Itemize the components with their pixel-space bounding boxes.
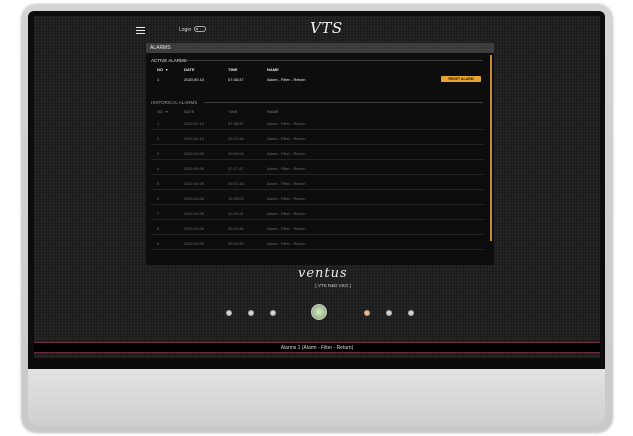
brand-logo: ventus xyxy=(298,266,348,281)
column-header-time[interactable]: TIME xyxy=(228,67,238,72)
alarm-time: 07:38:37 xyxy=(228,121,244,126)
alarm-name: Alarm - Filter - Return xyxy=(267,77,306,82)
alarm-time: 05:43:38 xyxy=(228,226,244,231)
alarm-date: 2020.00.10 xyxy=(184,136,205,141)
alarm-no: 7 xyxy=(157,211,160,216)
control-knob[interactable] xyxy=(386,310,392,316)
alarm-no: 4 xyxy=(157,166,160,171)
active-alarms-title: ACTIVE ALARMS xyxy=(151,58,187,63)
control-knob[interactable] xyxy=(270,310,276,316)
alarm-time: 10:05:04 xyxy=(228,151,244,156)
alarm-name: Alarm - Filter - Return xyxy=(267,121,306,126)
historical-alarm-row[interactable]: 5 2020.00.09 05:01:38 Alarm - Filter - R… xyxy=(151,178,484,190)
control-knob[interactable] xyxy=(408,310,414,316)
hamburger-menu-icon[interactable] xyxy=(136,27,145,34)
model-label: [ VTS R&D VKO ] xyxy=(315,283,351,288)
device-base xyxy=(28,369,605,425)
dial-label-mark: · xyxy=(308,299,309,302)
alarm-name: Alarm - Filter - Return xyxy=(267,181,306,186)
alarm-date: 2020.00.09 xyxy=(184,166,205,171)
alarm-date: 2020.00.09 xyxy=(184,181,205,186)
sort-down-icon: ▼ xyxy=(165,110,169,114)
historical-alarm-row[interactable]: 6 2020.00.06 15:35:05 Alarm - Filter - R… xyxy=(151,193,484,205)
login-toggle[interactable] xyxy=(194,26,206,32)
status-bar: Alarms 1 (Alarm - Filter - Return) xyxy=(34,342,600,353)
alarm-name: Alarm - Filter - Return xyxy=(267,211,306,216)
control-knob[interactable] xyxy=(364,310,370,316)
alarm-name: Alarm - Filter - Return xyxy=(267,241,306,246)
historical-alarms-title: HISTORICAL ALARMS xyxy=(151,100,198,105)
alarm-name: Alarm - Filter - Return xyxy=(267,166,306,171)
alarm-time: 07:17:47 xyxy=(228,166,244,171)
alarms-panel: ALARMS ACTIVE ALARMS NO ▼ DATE TIME NAME … xyxy=(146,43,494,265)
historical-table-header: NO ▼ DATE TIME NAME xyxy=(151,106,484,118)
screen: Login VTS ALARMS ACTIVE ALARMS NO ▼ DATE … xyxy=(34,16,600,358)
alarm-date: 2020.00.03 xyxy=(184,241,205,246)
alarm-name: Alarm - Filter - Return xyxy=(267,136,306,141)
historical-alarm-row[interactable]: 8 2020.00.06 05:43:38 Alarm - Filter - R… xyxy=(151,223,484,235)
alarm-date: 2020.00.10 xyxy=(184,121,205,126)
historical-alarm-row[interactable]: 1 2020.00.10 07:38:37 Alarm - Filter - R… xyxy=(151,118,484,130)
historical-alarm-row[interactable]: 9 2020.00.03 05:54:33 Alarm - Filter - R… xyxy=(151,238,484,250)
historical-alarm-row[interactable]: 4 2020.00.09 07:17:47 Alarm - Filter - R… xyxy=(151,163,484,175)
alarm-no: 2 xyxy=(157,136,160,141)
alarm-time: 05:54:33 xyxy=(228,241,244,246)
column-header-date[interactable]: DATE xyxy=(184,67,195,72)
column-header-no[interactable]: NO ▼ xyxy=(157,109,168,114)
alarm-date: 2020.00.06 xyxy=(184,211,205,216)
alarm-time: 05:01:38 xyxy=(228,181,244,186)
active-alarm-row[interactable]: 1 2020.00.10 07:38:37 Alarm - Filter - R… xyxy=(151,74,484,86)
alarm-no: 9 xyxy=(157,241,160,246)
historical-alarm-row[interactable]: 7 2020.00.06 11:25:10 Alarm - Filter - R… xyxy=(151,208,484,220)
panel-scrollbar[interactable] xyxy=(490,55,492,241)
column-header-name[interactable]: NAME xyxy=(267,109,279,114)
alarm-name: Alarm - Filter - Return xyxy=(267,196,306,201)
sort-down-icon: ▼ xyxy=(165,68,169,72)
alarm-no: 8 xyxy=(157,226,160,231)
alarm-date: 2020.00.06 xyxy=(184,196,205,201)
historical-alarm-row[interactable]: 2 2020.00.10 05:01:38 Alarm - Filter - R… xyxy=(151,133,484,145)
login-label: Login xyxy=(179,27,192,33)
status-text: Alarms 1 (Alarm - Filter - Return) xyxy=(280,345,354,351)
alarm-time: 07:38:37 xyxy=(228,77,244,82)
alarm-no: 6 xyxy=(157,196,160,201)
dial-label-mark: · xyxy=(328,299,329,302)
alarm-name: Alarm - Filter - Return xyxy=(267,151,306,156)
alarm-date: 2020.00.10 xyxy=(184,77,205,82)
section-divider xyxy=(204,102,483,103)
alarm-no: 1 xyxy=(157,77,160,82)
column-header-date[interactable]: DATE xyxy=(184,109,194,114)
reset-alarm-button[interactable]: RESET ALARM xyxy=(441,76,481,82)
column-header-name[interactable]: NAME xyxy=(267,67,279,72)
control-dial[interactable] xyxy=(311,304,327,320)
column-header-no[interactable]: NO ▼ xyxy=(157,67,168,72)
alarm-no: 3 xyxy=(157,151,160,156)
vts-logo: VTS xyxy=(310,19,343,37)
alarm-time: 05:01:38 xyxy=(228,136,244,141)
control-knob[interactable] xyxy=(226,310,232,316)
alarm-time: 11:25:10 xyxy=(228,211,244,216)
column-header-time[interactable]: TIME xyxy=(228,109,238,114)
alarm-no: 1 xyxy=(157,121,160,126)
alarm-no: 5 xyxy=(157,181,160,186)
historical-alarm-row[interactable]: 3 2020.00.09 10:05:04 Alarm - Filter - R… xyxy=(151,148,484,160)
alarm-name: Alarm - Filter - Return xyxy=(267,226,306,231)
alarm-date: 2020.00.09 xyxy=(184,151,205,156)
control-knob[interactable] xyxy=(248,310,254,316)
alarm-time: 15:35:05 xyxy=(228,196,244,201)
panel-title: ALARMS xyxy=(146,43,494,53)
section-divider xyxy=(186,60,483,61)
alarm-date: 2020.00.06 xyxy=(184,226,205,231)
